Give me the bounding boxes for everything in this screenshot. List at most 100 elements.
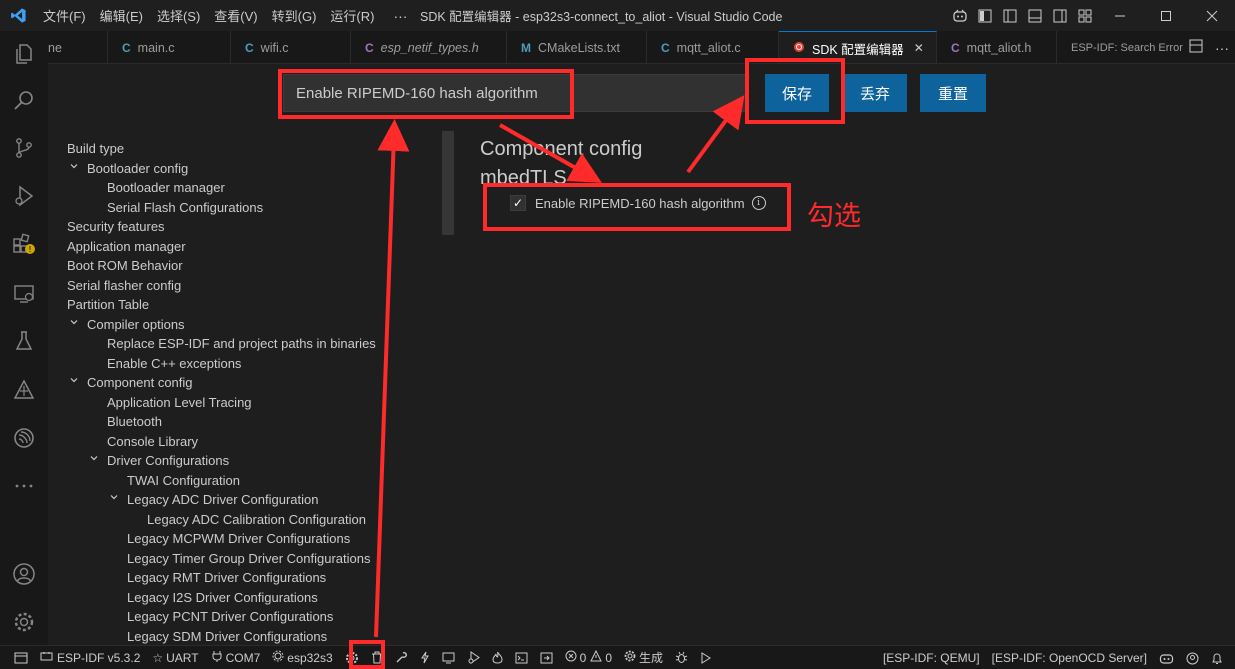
tab-7[interactable]: Cmqtt_aliot.h (937, 31, 1057, 63)
search-input[interactable] (284, 75, 747, 111)
more-views-icon[interactable] (0, 463, 48, 509)
manage-gear-icon[interactable] (0, 599, 48, 645)
tab-0[interactable]: ne (48, 31, 108, 63)
sdk-config-gear-icon[interactable] (339, 646, 365, 669)
tree-item[interactable]: Replace ESP-IDF and project paths in bin… (67, 334, 397, 354)
port-item[interactable]: COM7 (205, 646, 267, 669)
tree-item[interactable]: Bluetooth (67, 412, 397, 432)
toggle-panel-icon[interactable] (1022, 0, 1047, 31)
tree-item[interactable]: Boot ROM Behavior (67, 256, 397, 276)
tab-5[interactable]: Cmqtt_aliot.c (647, 31, 779, 63)
tree-item[interactable]: Legacy RMT Driver Configurations (67, 568, 397, 588)
tree-item[interactable]: Legacy PCNT Driver Configurations (67, 607, 397, 627)
tree-item[interactable]: Bootloader config (67, 159, 397, 179)
remote-explorer-icon[interactable] (0, 271, 48, 317)
toggle-secondary-sidebar-icon[interactable] (1047, 0, 1072, 31)
maximize-icon[interactable] (1143, 0, 1189, 31)
tree-item[interactable]: Legacy I2S Driver Configurations (67, 588, 397, 608)
accounts-status-icon[interactable] (1180, 646, 1205, 669)
menu-item-5[interactable]: 运行(R) (323, 6, 381, 25)
chevron-down-icon[interactable] (67, 159, 81, 179)
target-item[interactable]: esp32s3 (266, 646, 338, 669)
split-editor-icon[interactable] (1183, 39, 1209, 56)
monitor-icon[interactable] (436, 646, 461, 669)
tree-item[interactable]: Legacy MCPWM Driver Configurations (67, 529, 397, 549)
tree-item[interactable]: Legacy Timer Group Driver Configurations (67, 549, 397, 569)
tree-item[interactable]: Security features (67, 217, 397, 237)
debug-icon[interactable] (461, 646, 486, 669)
minimize-icon[interactable] (1097, 0, 1143, 31)
tree-item[interactable]: Bootloader manager (67, 178, 397, 198)
layout-toggle-icon[interactable] (972, 0, 997, 31)
save-button[interactable]: 保存 (765, 74, 829, 112)
openocd-item[interactable]: [ESP-IDF: OpenOCD Server] (986, 646, 1153, 669)
chevron-down-icon[interactable] (67, 373, 81, 393)
tree-item[interactable]: Compiler options (67, 315, 397, 335)
idf-version-item[interactable]: ESP-IDF v5.3.2 (34, 646, 146, 669)
menu-item-3[interactable]: 查看(V) (207, 6, 264, 25)
run-debug-icon[interactable] (0, 173, 48, 219)
build-wrench-icon[interactable] (389, 646, 414, 669)
customize-layout-icon[interactable] (1072, 0, 1097, 31)
source-control-icon[interactable] (0, 125, 48, 171)
build-item[interactable]: 生成 (618, 646, 669, 669)
explorer-icon[interactable] (0, 31, 48, 77)
tree-item[interactable]: Serial Flash Configurations (67, 198, 397, 218)
menu-item-4[interactable]: 转到(G) (265, 6, 324, 25)
testing-icon[interactable] (0, 318, 48, 364)
tab-1[interactable]: Cmain.c (108, 31, 231, 63)
search-icon[interactable] (0, 77, 48, 123)
close-window-icon[interactable] (1189, 0, 1235, 31)
extensions-warning-icon[interactable]: ! (0, 221, 48, 267)
tree-item[interactable]: Component config (67, 373, 397, 393)
more-menu-icon[interactable]: ··· (381, 8, 419, 24)
chevron-down-icon[interactable] (67, 315, 81, 335)
account-icon[interactable] (0, 551, 48, 597)
copilot-status-icon[interactable] (1153, 646, 1180, 669)
chevron-down-icon[interactable] (87, 451, 101, 471)
tree-item[interactable]: Build type (67, 139, 397, 159)
menu-item-0[interactable]: 文件(F) (36, 6, 93, 25)
more-actions-icon[interactable]: ··· (1209, 40, 1235, 56)
menu-item-2[interactable]: 选择(S) (150, 6, 207, 25)
tree-item[interactable]: Legacy SDM Driver Configurations (67, 627, 397, 647)
tree-item[interactable]: Legacy ADC Calibration Configuration (67, 510, 397, 530)
terminal-icon[interactable] (509, 646, 534, 669)
flash-icon[interactable] (414, 646, 436, 669)
notifications-bell-icon[interactable] (1205, 646, 1235, 669)
tab-6[interactable]: SDK 配置编辑器 ✕ (779, 31, 937, 63)
discard-button[interactable]: 丢弃 (843, 74, 907, 112)
chevron-down-icon[interactable] (107, 490, 121, 510)
tree-item[interactable]: Application Level Tracing (67, 393, 397, 413)
full-clean-trash-icon[interactable] (365, 646, 389, 669)
espressif-icon[interactable] (0, 415, 48, 461)
problems-item[interactable]: 0 0 (559, 646, 618, 669)
tree-item[interactable]: Partition Table (67, 295, 397, 315)
run-icon[interactable] (694, 646, 717, 669)
tree-item[interactable]: Enable C++ exceptions (67, 354, 397, 374)
ripemd160-checkbox[interactable]: ✓ (510, 195, 526, 211)
tree-item[interactable]: Legacy ADC Driver Configuration (67, 490, 397, 510)
tab-3[interactable]: Cesp_netif_types.h (351, 31, 507, 63)
info-icon[interactable]: i (751, 196, 766, 210)
tab-4[interactable]: M CMakeLists.txt (507, 31, 647, 63)
uart-item[interactable]: ☆ UART (146, 646, 204, 669)
qemu-item[interactable]: [ESP-IDF: QEMU] (877, 646, 986, 669)
close-tab-icon[interactable]: ✕ (914, 41, 924, 55)
menu-item-1[interactable]: 编辑(E) (93, 6, 150, 25)
tree-item[interactable]: Serial flasher config (67, 276, 397, 296)
build-flash-monitor-fire-icon[interactable] (486, 646, 509, 669)
tree-scrollbar[interactable] (442, 131, 454, 235)
tree-item[interactable]: TWAI Configuration (67, 471, 397, 491)
reset-button[interactable]: 重置 (920, 74, 986, 112)
tree-item[interactable]: Application manager (67, 237, 397, 257)
execute-task-icon[interactable] (534, 646, 559, 669)
tree-item[interactable]: Driver Configurations (67, 451, 397, 471)
copilot-icon[interactable] (947, 0, 972, 31)
tab-2[interactable]: Cwifi.c (231, 31, 351, 63)
bug-icon[interactable] (669, 646, 694, 669)
toggle-sidebar-icon[interactable] (997, 0, 1022, 31)
remote-indicator[interactable] (0, 646, 34, 669)
tree-item[interactable]: Console Library (67, 432, 397, 452)
esp-idf-explorer-icon[interactable] (0, 367, 48, 413)
